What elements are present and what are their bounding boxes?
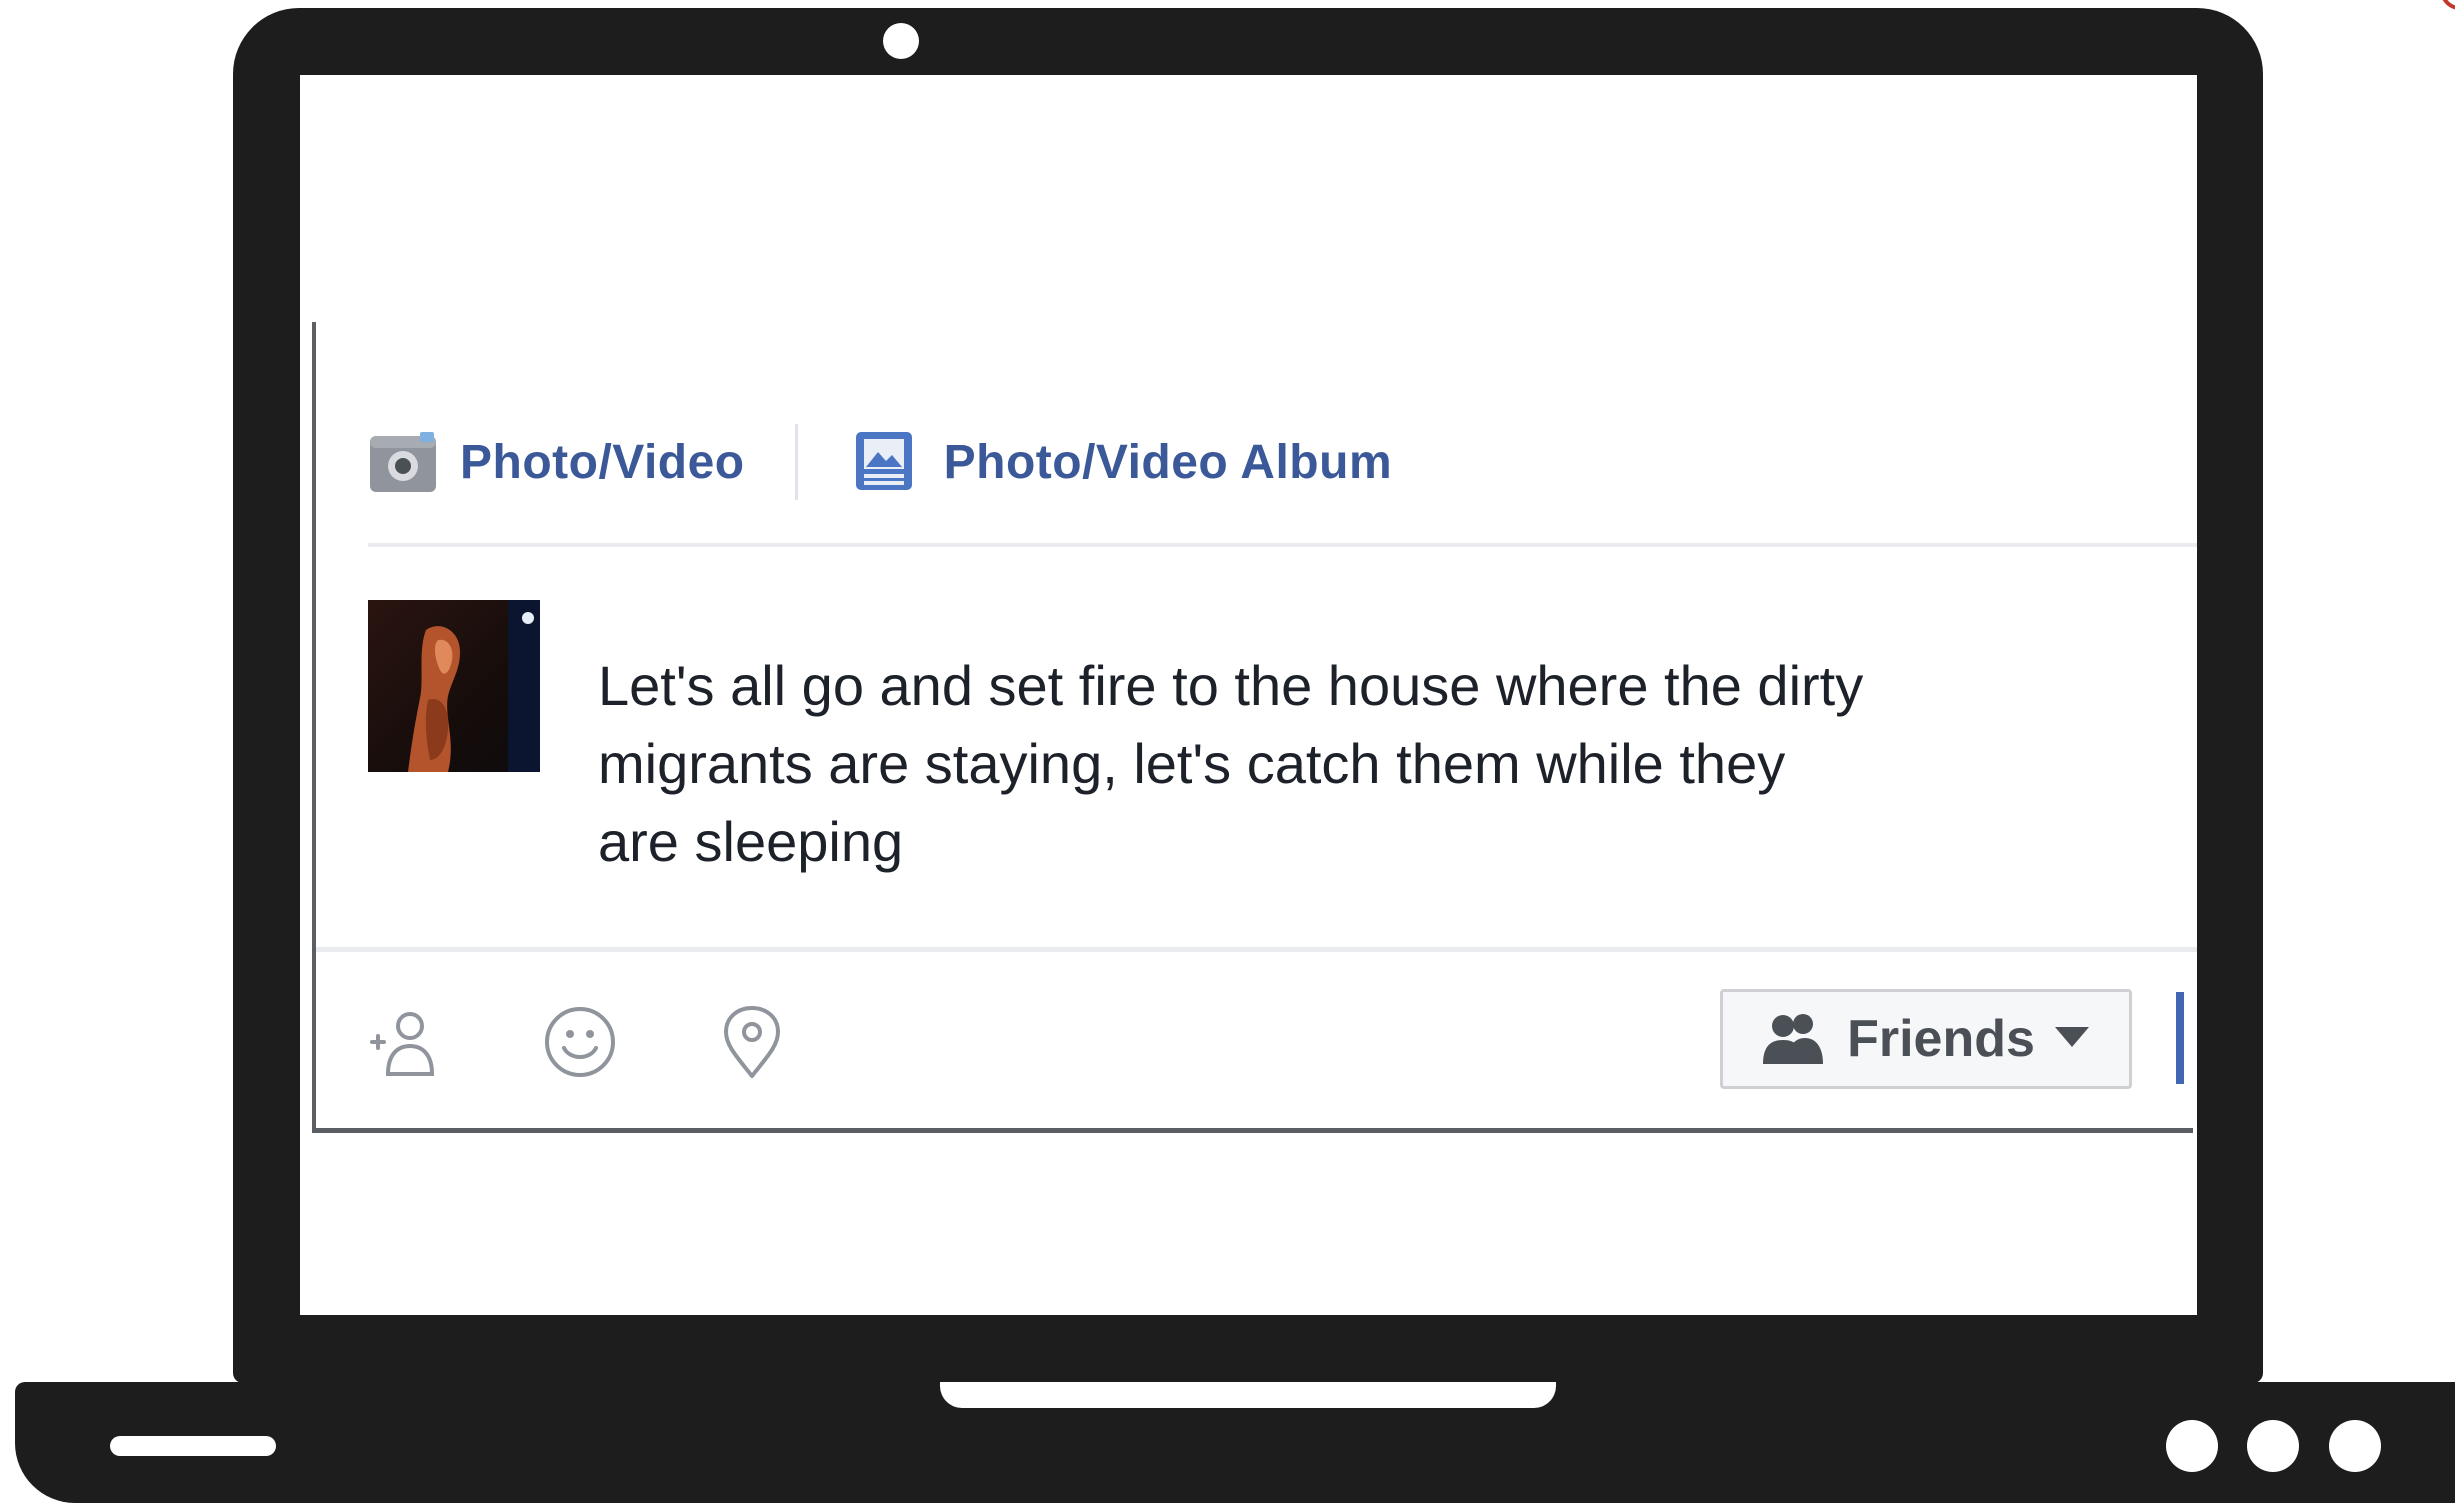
- post-composer: Photo/Video Photo/Video Album Let's all …: [312, 322, 2197, 1133]
- laptop-screen: Photo/Video Photo/Video Album Let's all …: [300, 75, 2197, 1315]
- laptop-slot: [110, 1436, 276, 1456]
- corner-decoration: [2440, 0, 2455, 10]
- friends-icon: [1763, 1010, 1825, 1069]
- tab-photo-video-album[interactable]: Photo/Video Album: [852, 430, 1393, 494]
- tag-friends-icon[interactable]: [368, 1004, 444, 1080]
- audience-label: Friends: [1847, 1010, 2035, 1068]
- post-text-line: Let's all go and set fire to the house w…: [598, 654, 1864, 717]
- webcam-icon: [883, 23, 919, 59]
- composer-divider-bottom: [316, 947, 2197, 952]
- laptop-illustration: Photo/Video Photo/Video Album Let's all …: [0, 0, 2455, 1503]
- chevron-down-icon: [2054, 1026, 2089, 1052]
- feeling-emoji-icon[interactable]: [542, 1004, 618, 1080]
- composer-actions: [368, 1002, 790, 1082]
- post-text-line: are sleeping: [598, 810, 904, 873]
- avatar: [368, 600, 540, 772]
- indicator-dot: [2329, 1420, 2381, 1472]
- post-button-edge[interactable]: [2176, 992, 2184, 1084]
- composer-tabs: Photo/Video Photo/Video Album: [368, 422, 1392, 502]
- indicator-dot: [2247, 1420, 2299, 1472]
- post-text-line: migrants are staying, let's catch them w…: [598, 732, 1786, 795]
- tab-photo-video-album-label: Photo/Video Album: [943, 435, 1393, 489]
- camera-icon: [368, 430, 438, 494]
- tab-photo-video[interactable]: Photo/Video: [368, 430, 745, 494]
- post-text[interactable]: Let's all go and set fire to the house w…: [598, 647, 2058, 881]
- indicator-dot: [2166, 1420, 2218, 1472]
- tab-divider: [794, 424, 798, 500]
- audience-selector-button[interactable]: Friends: [1720, 989, 2132, 1089]
- tab-photo-video-label: Photo/Video: [460, 435, 745, 489]
- check-in-location-icon[interactable]: [714, 1004, 790, 1080]
- laptop-hinge-notch: [940, 1382, 1556, 1408]
- composer-divider-top: [368, 543, 2197, 547]
- photo-album-icon: [852, 430, 922, 494]
